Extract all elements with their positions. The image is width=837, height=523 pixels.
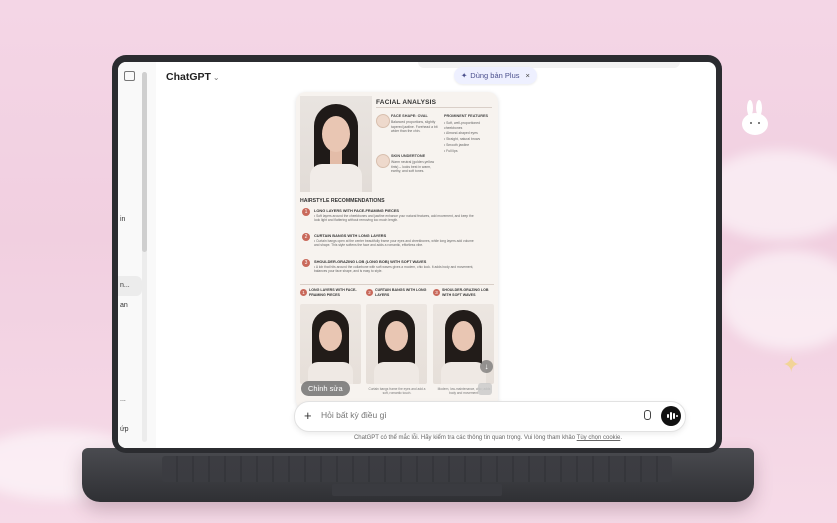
upgrade-plus-label: Dùng bản Plus: [470, 71, 520, 80]
scroll-down-icon[interactable]: ↓: [480, 360, 493, 373]
hairstyle-recommendations-title: HAIRSTYLE RECOMMENDATIONS: [300, 198, 385, 204]
prominent-features-heading: PROMINENT FEATURES: [444, 114, 489, 118]
sidebar-toggle-icon[interactable]: [124, 71, 135, 81]
skin-undertone-heading: SKIN UNDERTONE: [391, 154, 426, 158]
sidebar: in n... an ... ứp: [118, 62, 156, 448]
skin-undertone-icon: [376, 154, 390, 168]
sidebar-scroll-thumb[interactable]: [142, 72, 147, 252]
divider: [376, 107, 492, 108]
sidebar-item-fragment[interactable]: ...: [120, 396, 126, 403]
sidebar-item-fragment[interactable]: n...: [120, 282, 130, 289]
voice-mode-button[interactable]: [661, 406, 681, 426]
share-icon[interactable]: [478, 383, 492, 395]
facial-analysis-title: FACIAL ANALYSIS: [376, 99, 437, 106]
sidebar-item-fragment[interactable]: ứp: [120, 426, 129, 433]
card-label: LONG LAYERS WITH FACE-FRAMING PIECES: [309, 288, 357, 297]
upgrade-plus-pill[interactable]: ✦ Dùng bản Plus ×: [454, 67, 537, 84]
laptop-screen-frame: in n... an ... ứp ChatGPT ⌄ ✦ Dùng bản Pl…: [112, 55, 722, 453]
edit-image-button[interactable]: Chỉnh sửa: [301, 381, 350, 396]
model-selector[interactable]: ChatGPT ⌄: [166, 71, 220, 83]
attach-plus-button[interactable]: +: [304, 408, 312, 423]
hairstyle-photo: [300, 304, 361, 384]
card-number: 2: [366, 289, 373, 296]
voice-wave-icon: [673, 413, 675, 419]
message-input[interactable]: [321, 410, 611, 420]
card-caption: Curtain bangs frame the eyes and add a s…: [368, 387, 426, 396]
message-composer: +: [294, 401, 686, 432]
sidebar-item-fragment[interactable]: an: [120, 302, 128, 309]
skin-undertone-text: Warm neutral (golden-yellow tints) – loo…: [391, 160, 435, 174]
portrait-face: [322, 116, 350, 152]
recommendation-heading: CURTAIN BANGS WITH LONG LAYERS: [314, 233, 387, 238]
face-shape-icon: [376, 114, 390, 128]
recommendation-heading: SHOULDER-GRAZING LOB (LONG BOB) WITH SOF…: [314, 259, 427, 264]
recommendation-text: • Soft layers around the cheekbones and …: [314, 214, 474, 223]
recommendation-text: • Curtain bangs open at the center beaut…: [314, 239, 474, 248]
recommendation-heading: LONG LAYERS WITH FACE-FRAMING PIECES: [314, 208, 400, 213]
recommendation-number: 3: [302, 259, 310, 267]
prominent-feature-item: • Full lips: [444, 149, 458, 153]
prominent-feature-item: • Almond-shaped eyes: [444, 131, 478, 135]
portrait-shirt: [310, 164, 362, 192]
prominent-feature-item: • Soft, well-proportioned cheekbones: [444, 121, 481, 130]
app-title: ChatGPT: [166, 71, 211, 83]
prominent-feature-item: • Smooth jawline: [444, 143, 470, 147]
generated-image[interactable]: FACIAL ANALYSIS FACE SHAPE: OVAL Balance…: [296, 92, 498, 410]
face-shape-heading: FACE SHAPE: OVAL: [391, 114, 428, 118]
microphone-icon[interactable]: [644, 410, 651, 420]
disclaimer-end: .: [620, 435, 623, 441]
sidebar-item-fragment[interactable]: in: [120, 216, 125, 223]
card-label: CURTAIN BANGS WITH LONG LAYERS: [375, 288, 427, 297]
face-shape-text: Balanced proportions, slightly tapered j…: [391, 120, 438, 134]
disclaimer-text: ChatGPT có thể mắc lỗi. Hãy kiểm tra các…: [353, 435, 577, 441]
keyboard: [162, 456, 672, 482]
recommendation-number: 2: [302, 233, 310, 241]
card-number: 1: [300, 289, 307, 296]
cookie-preferences-link[interactable]: Tùy chọn cookie: [577, 435, 621, 441]
laptop-base: [82, 448, 754, 502]
card-number: 3: [433, 289, 440, 296]
portrait-photo: [300, 96, 372, 192]
top-bar-edge: [418, 62, 680, 68]
disclaimer: ChatGPT có thể mắc lỗi. Hãy kiểm tra các…: [288, 435, 688, 441]
star-decoration-icon: ✦: [782, 352, 801, 377]
voice-wave-icon: [670, 412, 672, 420]
background-cloud: [720, 250, 837, 350]
voice-wave-icon: [676, 415, 678, 417]
voice-wave-icon: [667, 414, 669, 418]
hairstyle-photo: [366, 304, 427, 384]
sparkle-icon: ✦: [461, 71, 468, 80]
recommendation-number: 1: [302, 208, 310, 216]
chatgpt-window: in n... an ... ứp ChatGPT ⌄ ✦ Dùng bản Pl…: [118, 62, 716, 448]
trackpad: [332, 484, 502, 496]
card-label: SHOULDER-GRAZING LOB WITH SOFT WAVES: [442, 288, 489, 297]
prominent-feature-item: • Straight, natural brows: [444, 137, 481, 141]
divider: [300, 284, 494, 285]
recommendation-text: • A lob that hits around the collarbone …: [314, 265, 474, 274]
chevron-down-icon: ⌄: [212, 73, 220, 82]
close-icon[interactable]: ×: [526, 71, 530, 80]
portrait-neck: [330, 150, 342, 164]
bunny-decoration-icon: [742, 100, 768, 135]
